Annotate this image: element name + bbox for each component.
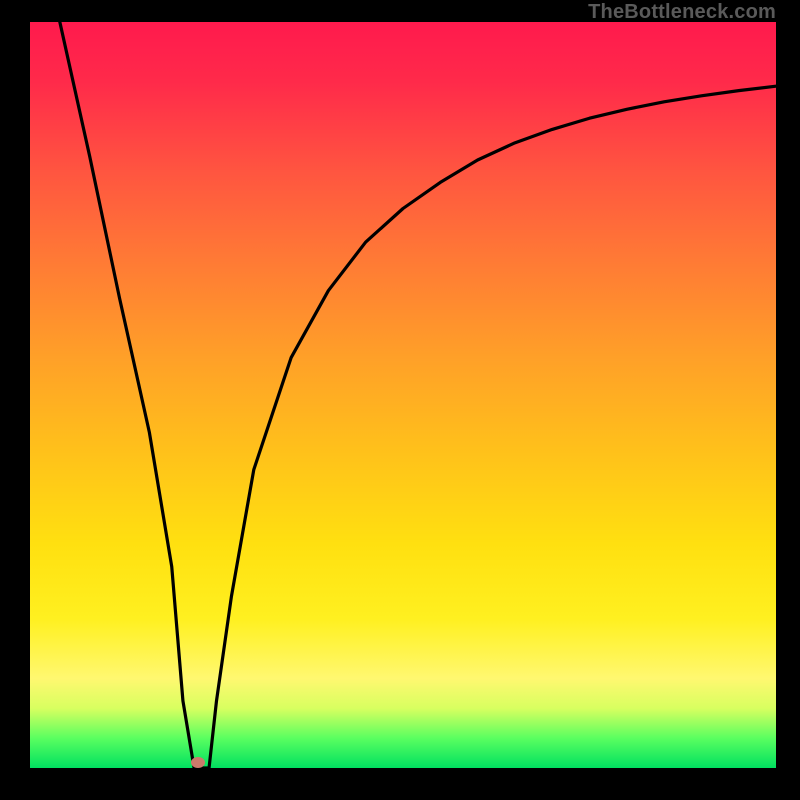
plot-area [30,22,776,768]
curve-line [60,22,776,768]
highlight-marker [191,757,205,768]
chart-frame: TheBottleneck.com [0,0,800,800]
watermark-text: TheBottleneck.com [588,1,776,24]
curve-svg [30,22,776,768]
